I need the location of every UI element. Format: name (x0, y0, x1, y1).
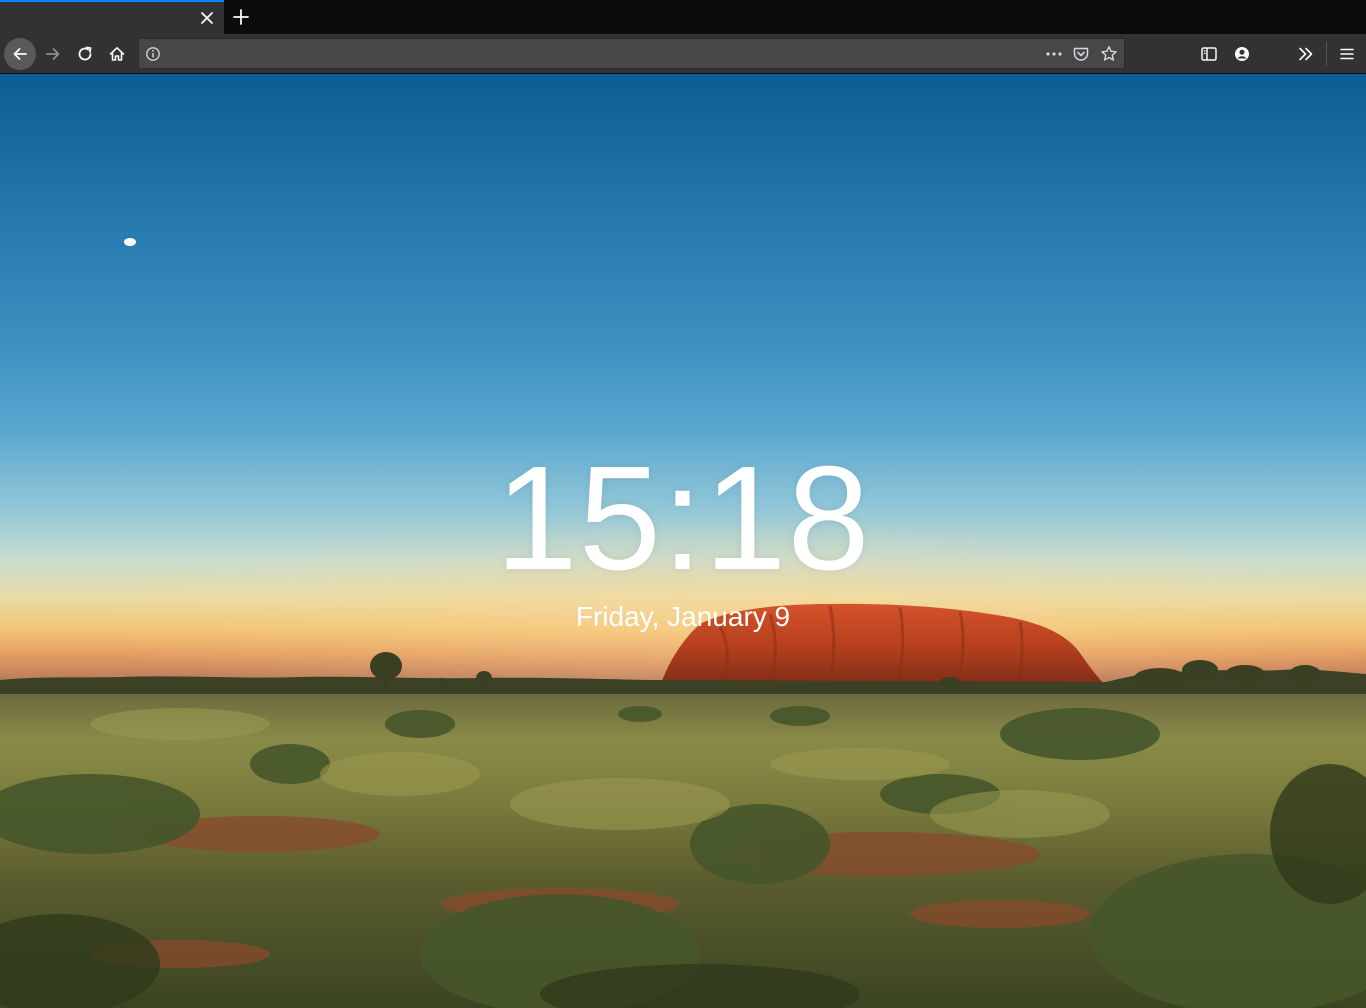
more-dots-icon[interactable] (1043, 45, 1065, 63)
back-arrow-icon (13, 48, 27, 60)
toolbar-separator (1326, 42, 1327, 66)
forward-arrow-icon (46, 48, 60, 60)
home-icon (109, 47, 125, 61)
sidebar-icon[interactable] (1199, 44, 1219, 64)
forward-button[interactable] (37, 38, 69, 70)
new-tab-page: 15:18 Friday, January 9 (0, 74, 1366, 1008)
clock-time: 15:18 (495, 436, 871, 601)
info-icon[interactable] (145, 46, 161, 62)
account-icon[interactable] (1232, 44, 1252, 64)
tab-active[interactable] (0, 0, 224, 34)
close-icon[interactable] (198, 9, 216, 27)
back-button[interactable] (4, 38, 36, 70)
nav-toolbar (0, 34, 1366, 74)
url-input[interactable] (169, 44, 1029, 64)
clock-date: Friday, January 9 (575, 601, 791, 632)
reload-icon (78, 46, 92, 61)
pocket-icon[interactable] (1072, 45, 1090, 63)
reload-button[interactable] (69, 38, 101, 70)
tab-title (12, 11, 182, 27)
new-tab-plus-icon[interactable] (230, 6, 252, 28)
bookmark-star-icon[interactable] (1100, 45, 1118, 63)
url-bar[interactable] (138, 38, 1125, 69)
overflow-chevron-icon[interactable] (1296, 44, 1316, 64)
tab-strip (0, 0, 1366, 34)
home-button[interactable] (101, 38, 133, 70)
hamburger-menu-icon[interactable] (1337, 44, 1357, 64)
